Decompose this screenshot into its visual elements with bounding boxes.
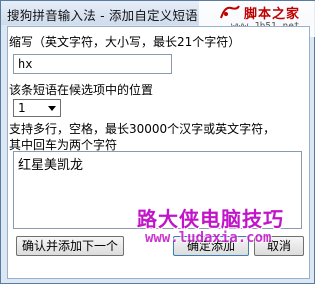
site-logo-icon <box>220 5 240 19</box>
abbr-input[interactable]: hx <box>13 54 172 74</box>
abbr-input-value: hx <box>18 57 33 71</box>
watermark-top-text: 脚本之家 <box>244 7 301 22</box>
position-select-value: 1 <box>18 101 26 115</box>
position-select[interactable]: 1 <box>13 99 61 117</box>
watermark-big-text: 路大侠电脑技巧 <box>137 207 284 231</box>
confirm-add-next-button[interactable]: 确认并添加下一个 <box>16 236 124 256</box>
watermark-big-url: www.ludaxia.com <box>145 230 272 246</box>
dialog-window: 搜狗拼音输入法 - 添加自定义短语 脚本之家 www.Jb51.net 缩写（英… <box>0 0 315 284</box>
site-watermark-big: 路大侠电脑技巧 www.ludaxia.com <box>129 201 289 253</box>
abbr-label: 缩写（英文字符，大小写，最长21个字符） <box>9 35 241 49</box>
chevron-down-icon <box>48 106 56 111</box>
position-label: 该条短语在候选项中的位置 <box>9 83 154 97</box>
window-title: 搜狗拼音输入法 - 添加自定义短语 <box>7 8 198 23</box>
content-label-line1: 支持多行，空格，最长30000个汉字或英文字符， <box>9 122 276 136</box>
content-textarea-value: 红星美凯龙 <box>18 158 84 173</box>
